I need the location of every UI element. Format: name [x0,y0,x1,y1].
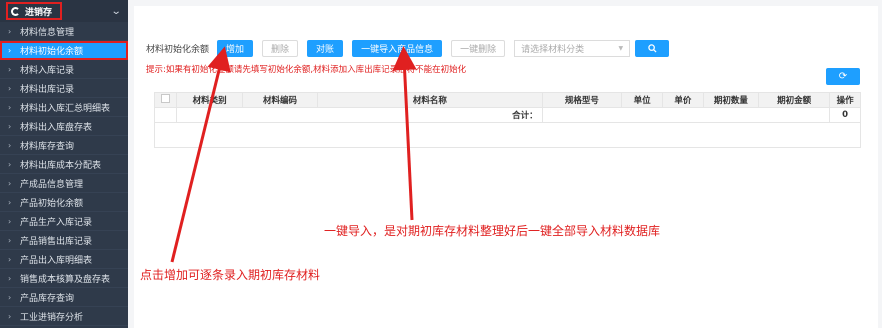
sidebar-item[interactable]: › 产成品信息管理 [0,174,128,193]
sidebar-item-label: 工业进销存分析 [20,312,84,323]
chevron-right-icon: › [8,197,12,207]
select-all-checkbox[interactable] [161,94,171,103]
sidebar-item[interactable]: › 产品初始化余额 [0,193,128,212]
column-header: 单位 [621,92,663,108]
hint-text: 提示:如果有初始化金额请先填写初始化余额,材料添加入库出库记录后将不能在初始化 [146,65,467,75]
sidebar-item-label: 材料出入库汇总明细表 [20,103,111,114]
sidebar-item-label: 材料出库记录 [20,84,75,95]
sidebar-item-label: 材料入库记录 [20,65,75,76]
total-label: 合计： [176,107,543,123]
caret-down-icon: ▼ [618,44,624,52]
sidebar-item[interactable]: › 材料出入库汇总明细表 [0,98,128,117]
delete-all-button[interactable]: 一键删除 [451,39,506,57]
sidebar-item[interactable]: › 材料出入库盘存表 [0,117,128,136]
sidebar-item[interactable]: › 材料入库记录 [0,60,128,79]
column-header: 操作 [829,92,861,108]
chevron-right-icon: › [8,121,12,131]
add-annotation: 点击增加可逐条录入期初库存材料 [140,268,321,282]
column-header: 单价 [662,92,704,108]
category-select-placeholder: 请选择材料分类 [521,44,585,55]
sidebar-item[interactable]: › 材料出库成本分配表 [0,155,128,174]
sidebar-item[interactable]: › 材料信息管理 [0,22,128,41]
chevron-right-icon: › [8,45,12,55]
sidebar-item-label: 产品初始化余额 [20,198,84,209]
module-title-label: 进销存 [25,7,53,18]
toolbar: 材料初始化余额 增加 删除 对账 一键导入商品信息 一键删除 请选择材料分类 ▼ [146,39,670,57]
chevron-right-icon: › [8,159,12,169]
sidebar-item-label: 材料出入库盘存表 [20,122,93,133]
chevron-right-icon: › [8,83,12,93]
sidebar-menu: › 材料信息管理 › 材料初始化余额 › 材料入库记录 › 材料出库记录 › 材料出入库汇总明细表… [0,22,128,326]
sidebar-item[interactable]: › 材料库存查询 [0,136,128,155]
chevron-right-icon: › [8,254,12,264]
select-all-checkbox-cell[interactable] [153,92,178,108]
column-header: 材料名称 [317,92,543,108]
reconcile-button[interactable]: 对账 [307,39,344,57]
sidebar-item[interactable]: › 产品出入库明细表 [0,250,128,269]
sidebar-item-label: 产品库存查询 [20,293,75,304]
column-header: 期初数量 [702,92,759,108]
sidebar-item[interactable]: › 材料出库记录 [0,79,128,98]
column-header: 材料类别 [176,92,243,108]
total-value: 0 [829,107,861,123]
chevron-right-icon: › [8,178,12,188]
delete-button[interactable]: 删除 [262,39,299,57]
sidebar-item[interactable]: › 产品生产入库记录 [0,212,128,231]
sidebar-item[interactable]: › 产品库存查询 [0,288,128,307]
refresh-circle-icon [11,6,20,16]
sidebar: 进销存 ⌄ › 材料信息管理 › 材料初始化余额 › 材料入库记录 › 材料出库记录 › 材料出入… [0,0,128,328]
sidebar-item-label: 产品生产入库记录 [20,217,93,228]
chevron-down-icon[interactable]: ⌄ [110,6,121,17]
sidebar-header[interactable]: 进销存 ⌄ [0,0,128,22]
module-title[interactable]: 进销存 [6,2,63,20]
sidebar-item[interactable]: › 材料初始化余额 [0,41,128,60]
sidebar-item-label: 产品出入库明细表 [20,255,93,266]
import-button[interactable]: 一键导入商品信息 [352,39,443,57]
import-annotation: 一键导入，是对期初库存材料整理好后一键全部导入材料数据库 [324,224,661,238]
chevron-right-icon: › [8,64,12,74]
sidebar-item[interactable]: › 产品销售出库记录 [0,231,128,250]
search-button[interactable] [635,39,670,57]
sidebar-item-label: 材料库存查询 [20,141,75,152]
sidebar-item-label: 销售成本核算及盘存表 [20,274,111,285]
sidebar-item-label: 材料出库成本分配表 [20,160,102,171]
toolbar-label: 材料初始化余额 [146,44,210,55]
column-header: 材料编码 [241,92,319,108]
add-button[interactable]: 增加 [217,39,254,57]
column-header: 期初金额 [757,92,831,108]
chevron-right-icon: › [8,26,12,36]
category-select[interactable]: 请选择材料分类 ▼ [514,39,631,57]
sidebar-item-label: 产成品信息管理 [20,179,84,190]
chevron-right-icon: › [8,292,12,302]
sidebar-item[interactable]: › 工业进销存分析 [0,307,128,326]
table-total-row: 合计： 0 [153,107,861,123]
chevron-right-icon: › [8,140,12,150]
column-header: 规格型号 [541,92,623,108]
chevron-right-icon: › [8,216,12,226]
refresh-button[interactable]: ⟳ [826,68,860,85]
materials-table: 材料类别 材料编码 材料名称 规格型号 单位 单价 期初数量 期初金额 操作 合计： 0 [153,92,861,148]
chevron-right-icon: › [8,102,12,112]
table-header-row: 材料类别 材料编码 材料名称 规格型号 单位 单价 期初数量 期初金额 操作 [153,92,861,108]
chevron-right-icon: › [8,235,12,245]
sidebar-item-label: 材料信息管理 [20,27,75,38]
sidebar-item-label: 材料初始化余额 [20,46,84,57]
refresh-icon: ⟳ [838,71,848,82]
search-icon [647,43,657,53]
sidebar-item[interactable]: › 销售成本核算及盘存表 [0,269,128,288]
table-empty-row [154,122,861,148]
sidebar-item-label: 产品销售出库记录 [20,236,93,247]
chevron-right-icon: › [8,273,12,283]
chevron-right-icon: › [8,311,12,321]
